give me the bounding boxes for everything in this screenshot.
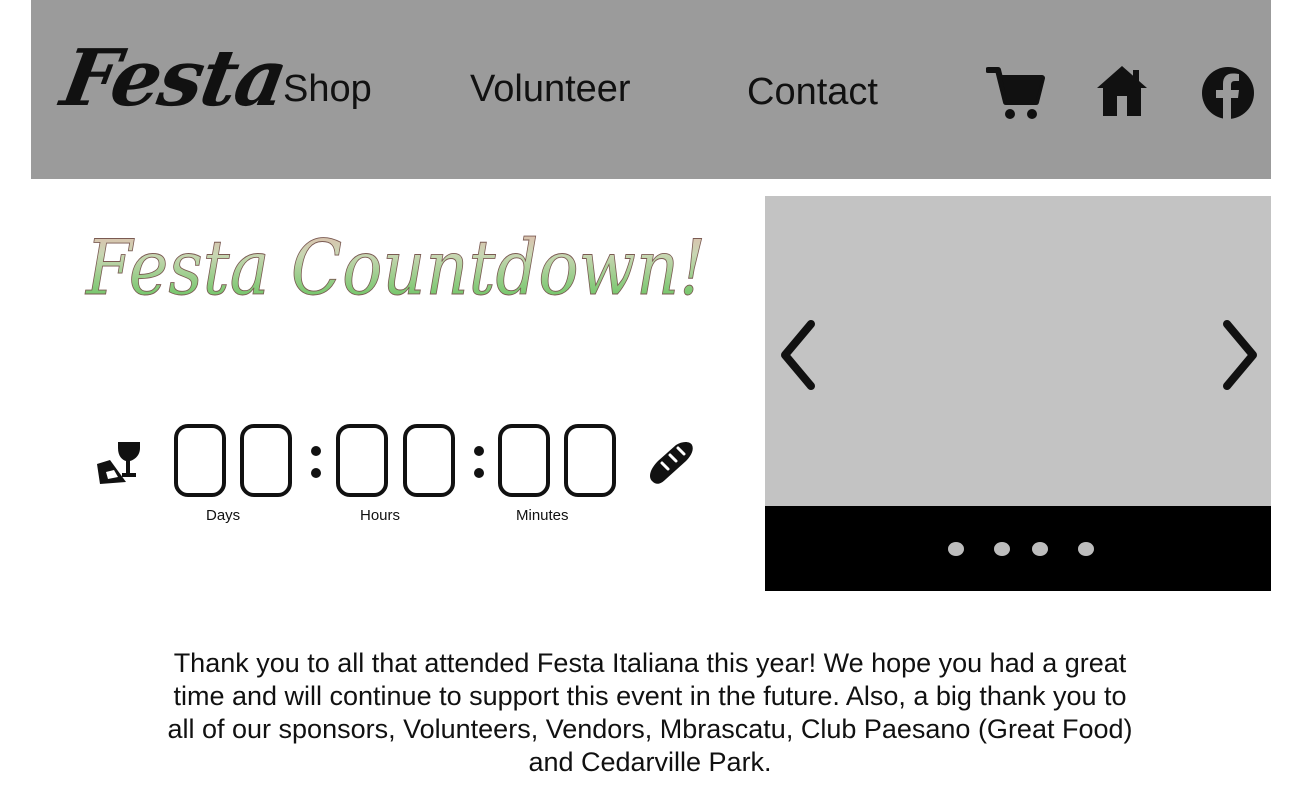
facebook-icon[interactable] (1201, 66, 1255, 120)
carousel-dot[interactable] (1032, 542, 1048, 556)
bread-icon (650, 442, 693, 484)
days-digit-1 (174, 424, 226, 497)
chevron-left-icon[interactable] (775, 320, 819, 390)
cart-icon[interactable] (986, 64, 1046, 122)
nav-contact-link[interactable]: Contact (747, 73, 878, 111)
minutes-label: Minutes (516, 507, 569, 524)
countdown-timer (94, 424, 704, 514)
colon-separator (474, 442, 484, 482)
site-logo[interactable]: Festa (55, 33, 292, 124)
colon-separator (311, 442, 321, 482)
hours-digit-1 (336, 424, 388, 497)
days-label: Days (206, 507, 241, 524)
minutes-digit-2 (564, 424, 616, 497)
home-icon[interactable] (1095, 64, 1149, 118)
countdown-title-text: Festa Countdown! (84, 223, 706, 312)
thank-you-message: Thank you to all that attended Festa Ita… (167, 648, 1133, 777)
nav-volunteer-link[interactable]: Volunteer (470, 70, 631, 108)
site-header: Festa Shop Volunteer Contact (31, 0, 1271, 179)
carousel-dot[interactable] (994, 542, 1010, 556)
wine-glass-icon (97, 442, 140, 484)
minutes-digit-1 (498, 424, 550, 497)
hours-label: Hours (360, 507, 401, 524)
image-carousel (765, 196, 1271, 591)
hours-digit-2 (403, 424, 455, 497)
days-digit-2 (240, 424, 292, 497)
chevron-right-icon[interactable] (1219, 320, 1263, 390)
nav-shop-link[interactable]: Shop (283, 70, 372, 108)
carousel-dot[interactable] (948, 542, 964, 556)
carousel-indicator-bar (765, 506, 1271, 591)
countdown-title: Festa Countdown! (84, 212, 724, 312)
carousel-dot[interactable] (1078, 542, 1094, 556)
